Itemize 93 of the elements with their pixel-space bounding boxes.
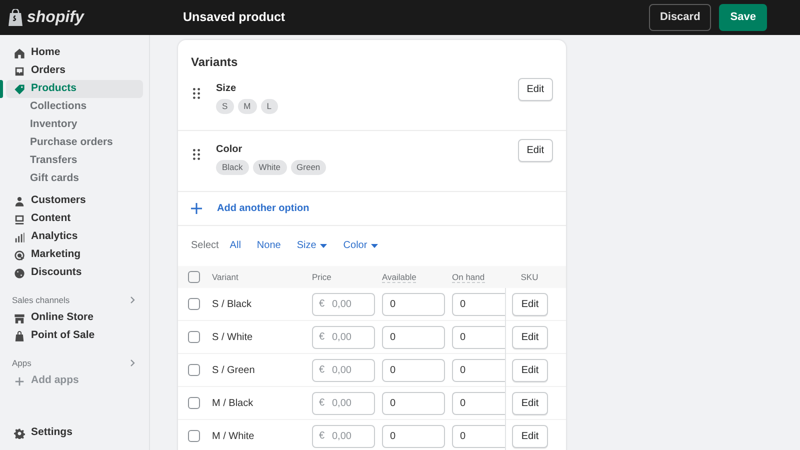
column-header: Available <box>382 272 416 283</box>
sidebar-subitem[interactable]: Transfers <box>6 152 143 170</box>
plus-icon[interactable] <box>191 203 202 214</box>
select-link[interactable]: None <box>256 238 281 253</box>
sidebar-item[interactable]: Online Store <box>6 309 143 327</box>
available-field[interactable]: 0 <box>382 358 445 382</box>
column-header: On hand <box>452 272 485 283</box>
sidebar-item[interactable]: Discounts <box>6 264 143 282</box>
edit-button[interactable]: Edit <box>518 138 553 162</box>
sidebar-item[interactable]: Marketing <box>6 246 143 264</box>
option-value-tag: Black <box>216 160 249 175</box>
sidebar-subitem[interactable]: Purchase orders <box>6 134 143 152</box>
tag-icon <box>14 84 25 94</box>
sidebar-subitem[interactable]: Gift cards <box>6 170 143 188</box>
chevron-right-icon[interactable] <box>130 296 135 304</box>
target-icon <box>14 250 25 260</box>
option-value-tag: S <box>216 99 234 114</box>
select-label: Select <box>191 239 219 253</box>
drag-handle-icon[interactable] <box>193 148 200 160</box>
available-field[interactable]: 0 <box>382 292 445 316</box>
person-icon <box>14 196 25 206</box>
variant-name: M / Black <box>212 398 254 409</box>
section-heading: Apps <box>12 356 32 370</box>
select-link[interactable]: Size <box>296 238 328 253</box>
option-name: Size <box>216 82 236 94</box>
row-checkbox[interactable] <box>188 298 200 310</box>
on-hand-field[interactable]: 0 <box>452 358 505 382</box>
option-value-tag: L <box>260 99 278 114</box>
shopping-bag-icon <box>8 9 23 26</box>
variant-name: S / Green <box>212 364 255 376</box>
on-hand-field[interactable]: 0 <box>452 292 505 316</box>
inbox-icon <box>14 66 25 76</box>
option-value-tag: White <box>252 160 287 175</box>
page-title: Unsaved product <box>183 9 286 26</box>
sidebar-item[interactable]: Settings <box>6 424 143 442</box>
edit-button[interactable]: Edit <box>512 424 548 448</box>
image-icon <box>14 214 25 224</box>
currency-symbol: € <box>319 298 325 312</box>
row-checkbox[interactable] <box>188 430 200 442</box>
sidebar-item[interactable]: Orders <box>6 62 143 80</box>
add-option-link[interactable]: Add another option <box>217 201 310 216</box>
card-title: Variants <box>191 55 238 69</box>
available-field[interactable]: 0 <box>382 424 445 448</box>
gear-icon <box>14 428 25 438</box>
row-checkbox[interactable] <box>188 331 200 343</box>
sidebar-item[interactable]: Customers <box>6 192 143 210</box>
available-field[interactable]: 0 <box>382 392 445 414</box>
edit-button[interactable]: Edit <box>512 326 548 348</box>
select-link[interactable]: All <box>230 238 241 253</box>
shopping-bag-icon <box>14 330 25 342</box>
variant-name: S / White <box>212 332 253 343</box>
sidebar-item[interactable]: Content <box>6 210 143 228</box>
column-header: Variant <box>212 272 238 282</box>
variant-name: M / White <box>212 430 254 442</box>
storefront-icon <box>14 312 25 324</box>
available-field[interactable]: 0 <box>382 326 445 348</box>
option-name: Color <box>216 144 242 155</box>
home-icon <box>14 48 25 58</box>
option-value-tag: Green <box>290 160 326 175</box>
edit-button[interactable]: Edit <box>512 358 548 382</box>
caret-icon <box>371 244 378 248</box>
edit-button[interactable]: Edit <box>512 292 548 316</box>
sidebar-item[interactable]: Point of Sale <box>6 327 143 345</box>
currency-symbol: € <box>319 364 325 378</box>
column-header: SKU <box>520 272 538 282</box>
sidebar-subitem[interactable]: Inventory <box>6 116 143 134</box>
chevron-right-icon[interactable] <box>130 359 135 367</box>
column-header: Price <box>312 272 332 282</box>
sidebar-item[interactable]: Home <box>6 44 143 62</box>
caret-icon <box>320 244 328 248</box>
edit-button[interactable]: Edit <box>518 78 553 100</box>
select-link[interactable]: Color <box>343 238 378 253</box>
logo-text: shopify <box>27 8 84 28</box>
plus-icon <box>14 376 25 386</box>
save-button[interactable]: Save <box>719 4 767 31</box>
edit-button[interactable]: Edit <box>512 392 548 414</box>
option-value-tag: M <box>238 99 257 114</box>
row-checkbox[interactable] <box>188 364 200 376</box>
currency-symbol: € <box>319 430 325 444</box>
variant-name: S / Black <box>212 298 252 310</box>
currency-symbol: € <box>319 396 325 410</box>
currency-symbol: € <box>319 330 325 344</box>
sidebar-item[interactable]: Analytics <box>6 228 143 246</box>
sidebar-subitem[interactable]: Collections <box>6 98 143 116</box>
on-hand-field[interactable]: 0 <box>452 424 505 448</box>
on-hand-field[interactable]: 0 <box>452 326 505 348</box>
select-all-checkbox[interactable] <box>188 271 200 283</box>
discard-button[interactable]: Discard <box>648 4 712 31</box>
row-checkbox[interactable] <box>188 397 200 409</box>
on-hand-field[interactable]: 0 <box>452 392 505 414</box>
section-heading: Sales channels <box>12 294 70 306</box>
bar-chart-icon <box>14 232 25 242</box>
drag-handle-icon[interactable] <box>193 88 200 98</box>
